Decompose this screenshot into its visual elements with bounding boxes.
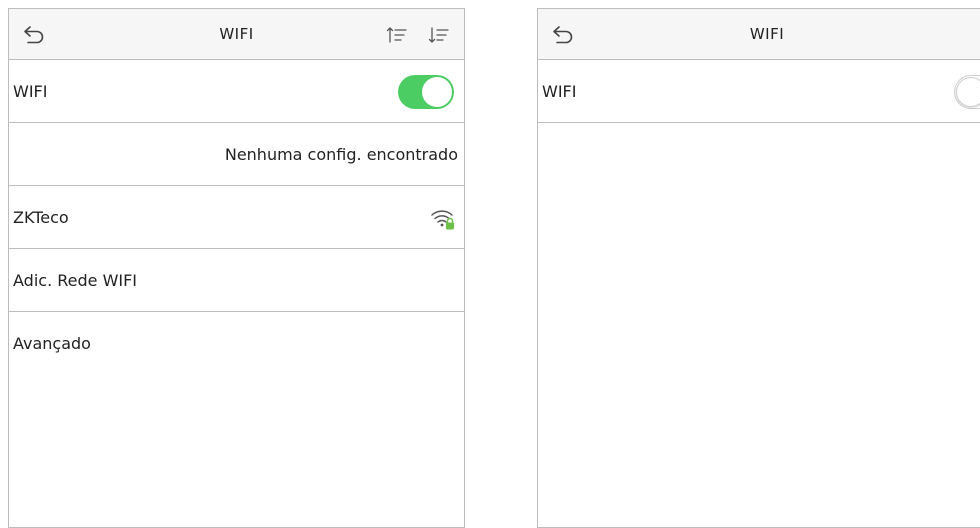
network-item[interactable]: ZKTeco: [9, 186, 464, 249]
add-network-label: Adic. Rede WIFI: [13, 271, 138, 290]
sort-ascending-icon[interactable]: [386, 24, 408, 46]
sort-descending-icon[interactable]: [428, 24, 450, 46]
wifi-toggle-switch[interactable]: [398, 75, 454, 109]
wifi-toggle-row[interactable]: WIFI: [538, 60, 980, 123]
page-title: WIFI: [749, 25, 785, 43]
network-name: ZKTeco: [13, 208, 69, 227]
status-row: Nenhuma config. encontrado: [9, 123, 464, 186]
wifi-screen-enabled: WIFI WIFI Nenhuma config. encontrado ZKT…: [8, 8, 465, 528]
wifi-locked-icon: [431, 210, 454, 230]
wifi-screen-disabled: WIFI WIFI: [537, 8, 980, 528]
toggle-knob: [956, 77, 980, 107]
wifi-toggle-switch[interactable]: [954, 75, 980, 109]
header-bar: WIFI: [538, 9, 980, 60]
wifi-toggle-label: WIFI: [542, 82, 577, 101]
no-config-status: Nenhuma config. encontrado: [224, 145, 458, 164]
wifi-toggle-label: WIFI: [13, 82, 48, 101]
add-network-row[interactable]: Adic. Rede WIFI: [9, 249, 464, 312]
advanced-row[interactable]: Avançado: [9, 312, 464, 375]
wifi-toggle-row[interactable]: WIFI: [9, 60, 464, 123]
toggle-knob: [422, 77, 452, 107]
advanced-label: Avançado: [13, 334, 91, 353]
header-bar: WIFI: [9, 9, 464, 60]
